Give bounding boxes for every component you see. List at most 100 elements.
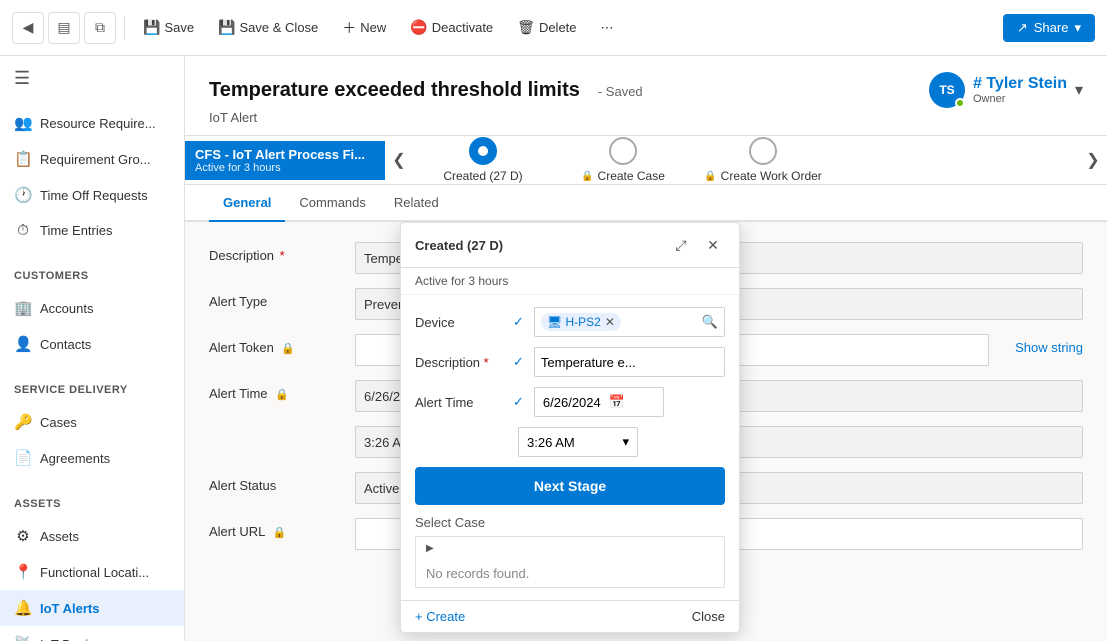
tab-general[interactable]: General (209, 185, 285, 222)
record-owner: TS # Tyler Stein Owner ▾ (929, 72, 1083, 108)
save-close-button[interactable]: 💾 Save & Close (208, 13, 328, 42)
sidebar-item-requirement-gro[interactable]: 📋 Requirement Gro... (0, 141, 184, 177)
popup-header-icons: ⤢ ✕ (669, 233, 725, 257)
popup-close-button[interactable]: Close (692, 609, 725, 624)
sidebar-section-customers: 🏢 Accounts 👤 Contacts (0, 286, 184, 366)
accounts-icon: 🏢 (14, 299, 32, 317)
device-tag-remove[interactable]: ✕ (605, 315, 615, 329)
bpf-step-create-case[interactable]: 🔒Create Case (563, 137, 683, 183)
cases-icon: 🔑 (14, 413, 32, 431)
dropdown-arrow-icon: ▶ (426, 543, 434, 554)
save-button[interactable]: 💾 Save (133, 13, 204, 42)
bpf-step-circle-created (469, 137, 497, 165)
tab-commands[interactable]: Commands (285, 185, 379, 222)
more-button[interactable]: ⋯ (591, 14, 624, 42)
back-button[interactable]: ◀ (12, 12, 44, 44)
bpf-step-created[interactable]: Created (27 D) (423, 137, 543, 183)
lock-icon: 🔒 (581, 171, 593, 182)
bpf-nav-left[interactable]: ❮ (385, 136, 413, 184)
sidebar-item-iot-devices[interactable]: 📡 IoT Devices (0, 626, 184, 641)
time-entries-icon: ⏱ (14, 222, 32, 239)
popup-title: Created (27 D) (415, 238, 503, 253)
sidebar-item-iot-alerts[interactable]: 🔔 IoT Alerts (0, 590, 184, 626)
deactivate-button[interactable]: ⛔ Deactivate (400, 13, 503, 42)
bpf-stages: Created (27 D) 🔒Create Case 🔒Create Work… (413, 137, 1079, 183)
main-content: Temperature exceeded threshold limits - … (185, 56, 1107, 641)
view-button[interactable]: ▤ (48, 12, 80, 44)
popup-close-icon[interactable]: ✕ (701, 233, 725, 257)
popup-date-input[interactable]: 6/26/2024 📅 (534, 387, 664, 417)
bpf-step-circle-case (609, 137, 637, 165)
next-stage-button[interactable]: Next Stage (415, 467, 725, 505)
popup-value-device[interactable]: 🖥 H-PS2 ✕ 🔍 (534, 307, 725, 337)
record-saved-status: - Saved (598, 84, 643, 99)
sidebar-item-time-entries[interactable]: ⏱ Time Entries (0, 213, 184, 248)
bpf-bar: CFS - IoT Alert Process Fi... Active for… (185, 136, 1107, 185)
popup-select-case-label: Select Case (415, 515, 725, 530)
owner-label: Owner (973, 93, 1067, 105)
device-check-icon: ✓ (513, 314, 524, 330)
form-label-description: Description * (209, 242, 339, 263)
bpf-step-create-work-order[interactable]: 🔒Create Work Order (703, 137, 823, 183)
toolbar: ◀ ▤ ⧉ 💾 Save 💾 Save & Close ＋ New ⛔ Deac… (0, 0, 1107, 56)
sidebar-item-contacts[interactable]: 👤 Contacts (0, 326, 184, 362)
functional-locati-icon: 📍 (14, 563, 32, 581)
bpf-nav-right[interactable]: ❯ (1079, 136, 1107, 184)
popup-dropdown-content: No records found. (416, 560, 724, 587)
description-check-icon: ✓ (513, 354, 524, 370)
popup-header: Created (27 D) ⤢ ✕ (401, 223, 739, 268)
sidebar-item-agreements[interactable]: 📄 Agreements (0, 440, 184, 476)
share-button[interactable]: ↗ Share ▾ (1003, 14, 1095, 42)
new-button[interactable]: ＋ New (332, 12, 396, 44)
popup-created-stage: Created (27 D) ⤢ ✕ Active for 3 hours (400, 222, 740, 633)
save-close-icon: 💾 (218, 19, 235, 36)
tab-related[interactable]: Related (380, 185, 453, 222)
delete-button[interactable]: 🗑 Delete (507, 13, 586, 42)
owner-name[interactable]: # Tyler Stein (973, 75, 1067, 93)
sidebar-item-resource-require[interactable]: 👥 Resource Require... (0, 105, 184, 141)
sidebar-item-assets[interactable]: ⚙ Assets (0, 518, 184, 554)
avatar-status-dot (955, 98, 965, 108)
record-header: Temperature exceeded threshold limits - … (185, 56, 1107, 136)
hamburger-menu[interactable]: ☰ (0, 56, 184, 101)
alert-time-check-icon: ✓ (513, 394, 524, 410)
new-window-button[interactable]: ⧉ (84, 12, 116, 44)
time-off-icon: 🕐 (14, 186, 32, 204)
calendar-icon: 📅 (609, 394, 625, 410)
popup-field-description: Description * ✓ Temperature e... (415, 347, 725, 377)
device-search-icon[interactable]: 🔍 (702, 314, 718, 330)
sidebar-item-cases[interactable]: 🔑 Cases (0, 404, 184, 440)
owner-chevron-icon[interactable]: ▾ (1075, 80, 1083, 100)
form-label-alert-token: Alert Token 🔒 (209, 334, 339, 355)
sidebar-item-accounts[interactable]: 🏢 Accounts (0, 290, 184, 326)
popup-value-description[interactable]: Temperature e... (534, 347, 725, 377)
form-label-alert-time2 (209, 426, 339, 432)
assets-icon: ⚙ (14, 527, 32, 545)
popup-create-button[interactable]: + Create (415, 609, 465, 624)
popup-label-alert-time: Alert Time (415, 395, 505, 410)
delete-icon: 🗑 (517, 19, 535, 36)
view-icon: ▤ (57, 19, 70, 36)
save-icon: 💾 (143, 19, 160, 36)
service-delivery-header: Service Delivery (0, 374, 184, 400)
form-label-alert-time: Alert Time 🔒 (209, 380, 339, 401)
popup-label-device: Device (415, 315, 505, 330)
bpf-step-label-wo: 🔒Create Work Order (704, 169, 822, 183)
device-tag: 🖥 H-PS2 ✕ (541, 313, 621, 331)
time-chevron-icon: ▾ (622, 434, 629, 450)
popup-dropdown-toggle[interactable]: ▶ (416, 537, 724, 560)
show-string-link[interactable]: Show string (1015, 334, 1083, 355)
sidebar-item-functional-locati[interactable]: 📍 Functional Locati... (0, 554, 184, 590)
sidebar-item-time-off-requests[interactable]: 🕐 Time Off Requests (0, 177, 184, 213)
popup-label-description: Description * (415, 355, 505, 370)
sidebar-section-top: 👥 Resource Require... 📋 Requirement Gro.… (0, 101, 184, 252)
more-icon: ⋯ (601, 20, 614, 36)
tabs-bar: General Commands Related (185, 185, 1107, 222)
agreements-icon: 📄 (14, 449, 32, 467)
resource-icon: 👥 (14, 114, 32, 132)
new-icon: ＋ (342, 18, 356, 38)
form-area: Description * Tempe... Alert Type Preven… (185, 222, 1107, 641)
bpf-stage-button[interactable]: CFS - IoT Alert Process Fi... Active for… (185, 141, 385, 180)
popup-expand-icon[interactable]: ⤢ (669, 233, 693, 257)
popup-time-input[interactable]: 3:26 AM ▾ (518, 427, 638, 457)
